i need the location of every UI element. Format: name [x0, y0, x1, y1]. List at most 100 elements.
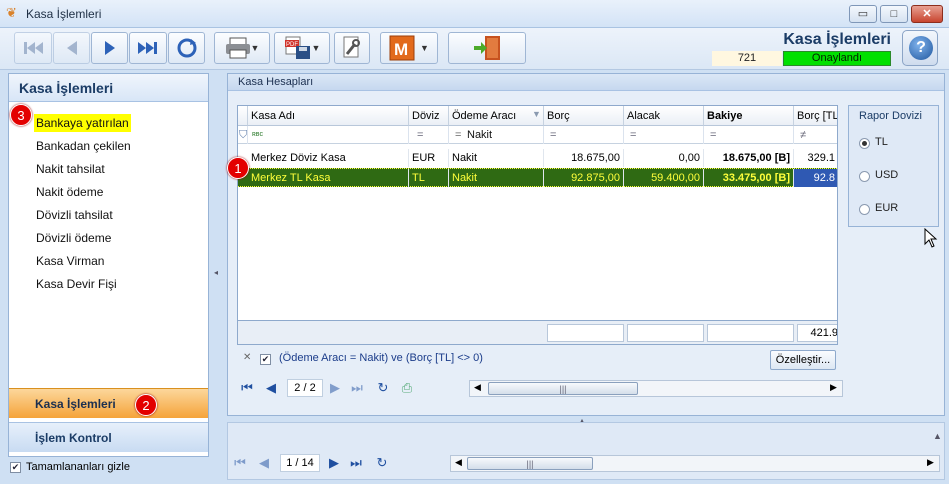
report-currency-title: Rapor Dovizi [859, 110, 922, 122]
last-page-icon[interactable]: ⏭ [348, 455, 364, 471]
sidebar-item-bankadan-cekilen[interactable]: Bankadan çekilen [34, 137, 133, 155]
sidebar-splitter[interactable]: ◂ [213, 73, 221, 478]
bottom-horizontal-scrollbar[interactable]: ◀ ||| ▶ [450, 455, 940, 472]
title-bar: ❦ Kasa İşlemleri ▭ □ ✕ [0, 0, 949, 28]
nav-kasa-islemleri[interactable]: Kasa İşlemleri [9, 388, 208, 418]
filter-bakiye[interactable]: = [704, 126, 794, 144]
next-page-icon[interactable]: ▶ [327, 380, 343, 396]
help-button[interactable]: ? [902, 30, 938, 66]
export-button[interactable]: PDF ▼ [274, 32, 330, 64]
settings-button[interactable] [334, 32, 370, 64]
summary-borc [547, 324, 624, 342]
previous-page-icon[interactable]: ◀ [256, 455, 272, 471]
sidebar-item-dovizli-odeme[interactable]: Dövizli ödeme [34, 229, 113, 247]
radio-eur[interactable] [859, 204, 870, 215]
scroll-thumb[interactable]: ||| [488, 382, 638, 395]
first-record-button[interactable] [14, 32, 52, 64]
filter-active-checkbox[interactable]: ✔ [260, 354, 271, 365]
printer-icon [225, 37, 250, 59]
exit-door-icon [474, 36, 500, 60]
previous-record-button[interactable] [53, 32, 90, 64]
summary-borc-tl: 421.9 [797, 324, 837, 342]
module-m-button[interactable]: M ▼ [380, 32, 438, 64]
refresh-button[interactable] [168, 32, 205, 64]
scroll-right-icon[interactable]: ▶ [927, 457, 934, 468]
cell-doviz: TL [409, 169, 449, 187]
export-page-icon[interactable]: ⎙ [399, 380, 415, 396]
filter-doviz[interactable]: = [409, 126, 449, 144]
radio-tl-label: TL [875, 136, 888, 148]
svg-text:M: M [394, 40, 408, 59]
customize-button[interactable]: Özelleştir... [770, 350, 836, 370]
mouse-cursor-icon [924, 228, 938, 248]
bottom-panel: ⏮ ◀ 1 / 14 ▶ ⏭ ↻ ◀ ||| ▶ ▲ [227, 422, 945, 480]
filter-text-icon[interactable]: ʀʙc [248, 126, 409, 144]
cell-borc-tl: 329.1 [794, 149, 837, 167]
refresh-icon [177, 38, 196, 58]
refresh-page-icon[interactable]: ↻ [374, 455, 390, 471]
last-record-icon [138, 42, 157, 54]
scroll-left-icon[interactable]: ◀ [474, 382, 481, 393]
summary-alacak [627, 324, 704, 342]
cell-doviz: EUR [409, 149, 449, 167]
chevron-down-icon: ▼ [420, 43, 429, 53]
column-header-bakiye[interactable]: Bakiye [704, 106, 794, 126]
column-header-odeme-araci[interactable]: Ödeme Aracı [449, 106, 544, 126]
exit-button[interactable] [448, 32, 526, 64]
sidebar-item-kasa-virman[interactable]: Kasa Virman [34, 252, 106, 270]
bottom-pager: ⏮ ◀ 1 / 14 ▶ ⏭ ↻ ◀ ||| ▶ [228, 451, 944, 475]
scroll-left-icon[interactable]: ◀ [455, 457, 462, 468]
window-title: Kasa İşlemleri [26, 7, 102, 21]
cell-kasa-adi: Merkez TL Kasa [248, 169, 409, 187]
panel-title: Kasa Hesapları [228, 74, 944, 91]
scroll-right-icon[interactable]: ▶ [830, 382, 837, 393]
close-button[interactable]: ✕ [911, 5, 943, 23]
filter-alacak[interactable]: = [624, 126, 704, 144]
previous-page-icon[interactable]: ◀ [263, 380, 279, 396]
minimize-button[interactable]: ▭ [849, 5, 877, 23]
main-panel: Kasa Hesapları Kasa Adı Döviz Ödeme Arac… [227, 73, 945, 416]
next-page-icon[interactable]: ▶ [326, 455, 342, 471]
maximize-button[interactable]: □ [880, 5, 908, 23]
filter-expression[interactable]: (Ödeme Aracı = Nakit) ve (Borç [TL] <> 0… [279, 352, 483, 364]
cell-alacak: 59.400,00 [624, 169, 704, 187]
question-icon: ? [909, 36, 933, 60]
table-row-selected[interactable]: Merkez TL Kasa TL Nakit 92.875,00 59.400… [238, 168, 837, 187]
filter-borc[interactable]: = [544, 126, 624, 144]
print-button[interactable]: ▼ [214, 32, 270, 64]
cell-borc: 92.875,00 [544, 169, 624, 187]
first-page-icon[interactable]: ⏮ [239, 380, 255, 396]
column-header-borc-tl[interactable]: Borç [TL] [794, 106, 837, 126]
sidebar-item-kasa-devir-fisi[interactable]: Kasa Devir Fişi [34, 275, 119, 293]
grid-corner [238, 106, 248, 126]
column-header-alacak[interactable]: Alacak [624, 106, 704, 126]
scroll-thumb[interactable]: ||| [467, 457, 593, 470]
page-counter: 2 / 2 [287, 379, 323, 397]
scroll-up-icon[interactable]: ▲ [933, 431, 942, 441]
sidebar-item-dovizli-tahsilat[interactable]: Dövizli tahsilat [34, 206, 115, 224]
hide-completed-checkbox[interactable]: ✔ [10, 462, 21, 473]
nav-islem-kontrol[interactable]: İşlem Kontrol [9, 422, 208, 452]
cell-borc-tl: 92.8 [794, 169, 837, 187]
filter-borc-tl[interactable]: ≠ [794, 126, 837, 144]
refresh-page-icon[interactable]: ↻ [375, 380, 391, 396]
sidebar-item-bankaya-yatirilan[interactable]: Bankaya yatırılan [34, 114, 131, 132]
column-header-kasa-adi[interactable]: Kasa Adı [248, 106, 409, 126]
status-badge: Onaylandı [783, 51, 891, 66]
table-row[interactable]: Merkez Döviz Kasa EUR Nakit 18.675,00 0,… [238, 149, 837, 168]
sidebar-item-nakit-tahsilat[interactable]: Nakit tahsilat [34, 160, 107, 178]
filter-odeme-value[interactable]: Nakit [464, 126, 544, 144]
column-header-borc[interactable]: Borç [544, 106, 624, 126]
column-header-doviz[interactable]: Döviz [409, 106, 449, 126]
last-record-button[interactable] [129, 32, 167, 64]
next-record-button[interactable] [91, 32, 128, 64]
radio-usd-label: USD [875, 169, 899, 181]
first-page-icon[interactable]: ⏮ [232, 455, 248, 471]
radio-tl[interactable] [859, 138, 870, 149]
sidebar-item-nakit-odeme[interactable]: Nakit ödeme [34, 183, 105, 201]
grid-horizontal-scrollbar[interactable]: ◀ ||| ▶ [469, 380, 843, 397]
last-page-icon[interactable]: ⏭ [349, 380, 365, 396]
filter-funnel-icon[interactable]: ▼ [532, 109, 541, 119]
radio-usd[interactable] [859, 171, 870, 182]
clear-filter-icon[interactable]: ✕ [243, 352, 251, 363]
